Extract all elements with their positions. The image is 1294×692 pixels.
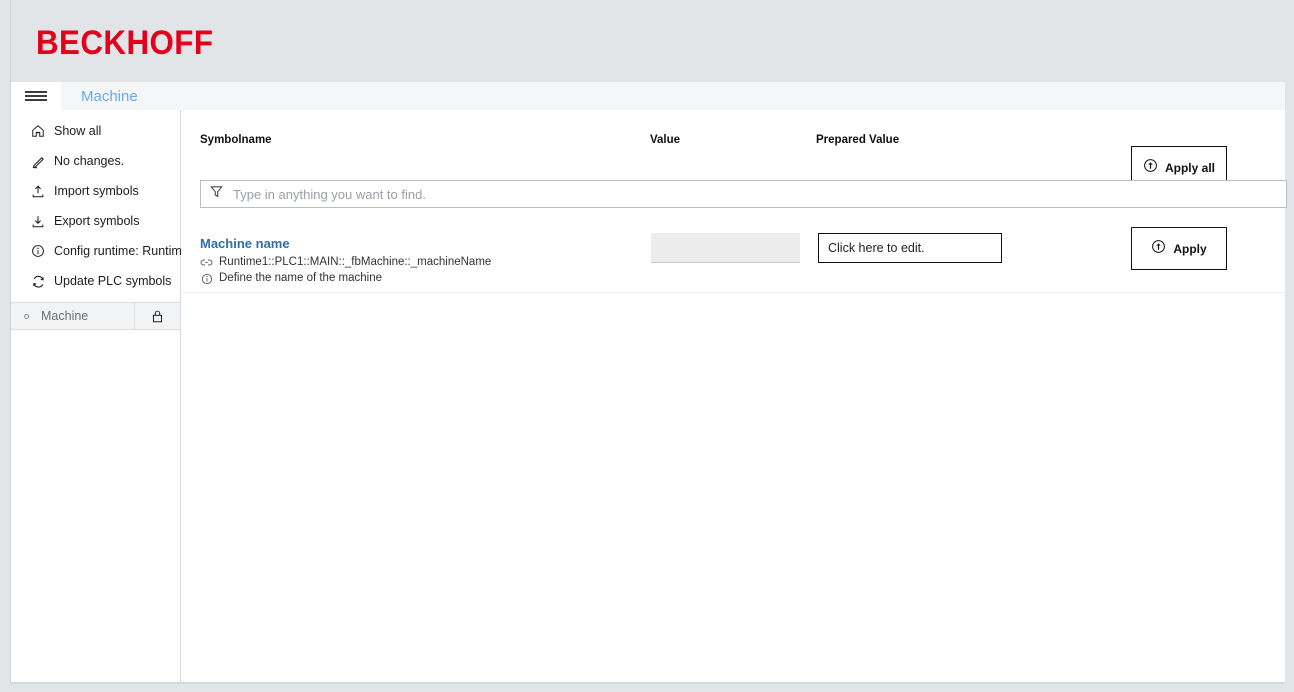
symbol-description-line: Define the name of the machine — [200, 271, 630, 286]
apply-button[interactable]: Apply — [1131, 227, 1227, 270]
prepared-value-input[interactable]: Click here to edit. — [818, 233, 1002, 263]
value-field — [651, 233, 800, 263]
beckhoff-logo: BECKHOFF — [36, 24, 214, 62]
sidebar-item-label: Update PLC symbols — [54, 274, 172, 288]
home-icon — [29, 123, 47, 139]
prepared-value-text: Click here to edit. — [828, 241, 925, 255]
hamburger-menu-icon[interactable] — [11, 82, 61, 110]
sidebar-item-label: Config runtime: Runtime1 — [54, 244, 196, 258]
filter-funnel-icon — [209, 184, 224, 204]
link-icon — [200, 256, 213, 269]
column-header-symbolname: Symbolname — [200, 134, 272, 146]
sidebar-menu: Show all No changes. Import symbols Expo… — [11, 110, 196, 296]
symbol-info-block: Machine name Runtime1::PLC1::MAIN::_fbMa… — [200, 236, 630, 286]
sidebar-item-export-symbols[interactable]: Export symbols — [11, 206, 180, 236]
sidebar-item-label: Export symbols — [54, 214, 140, 228]
circle-arrow-up-icon — [1143, 158, 1158, 178]
apply-label: Apply — [1173, 241, 1207, 256]
brand-header: BECKHOFF — [10, 0, 1294, 82]
upload-icon — [29, 183, 47, 199]
node-bullet-icon — [11, 303, 41, 329]
column-header-value: Value — [650, 134, 681, 146]
sidebar-item-show-all[interactable]: Show all — [11, 116, 180, 146]
top-navigation-bar: Machine — [11, 82, 1285, 110]
symbol-path-text: Runtime1::PLC1::MAIN::_fbMachine::_machi… — [219, 256, 492, 268]
table-row: Machine name Runtime1::PLC1::MAIN::_fbMa… — [182, 220, 1285, 293]
table-header: Symbolname Value Prepared Value — [182, 110, 1285, 167]
sidebar-item-label: No changes. — [54, 154, 125, 168]
sidebar-node-machine[interactable]: Machine — [11, 303, 180, 330]
lock-icon[interactable] — [135, 303, 180, 329]
application-frame: Machine Show all No changes. Import symb… — [10, 82, 1287, 682]
refresh-icon — [29, 273, 47, 289]
sidebar-item-no-changes[interactable]: No changes. — [11, 146, 180, 176]
filter-placeholder-text: Type in anything you want to find. — [233, 186, 426, 202]
sidebar-item-config-runtime[interactable]: Config runtime: Runtime1 — [11, 236, 196, 266]
app-root: BECKHOFF Machine Show all No changes. Im… — [0, 0, 1294, 692]
symbol-title: Machine name — [200, 236, 290, 251]
download-icon — [29, 213, 47, 229]
sidebar-item-import-symbols[interactable]: Import symbols — [11, 176, 180, 206]
frame-bottom-edge — [10, 682, 1284, 684]
main-content: Symbolname Value Prepared Value Apply al… — [182, 110, 1287, 682]
info-circle-icon — [200, 272, 213, 285]
tab-machine-label: Machine — [81, 87, 138, 105]
info-circle-icon — [29, 243, 47, 259]
symbol-description-text: Define the name of the machine — [219, 272, 383, 284]
apply-all-label: Apply all — [1164, 160, 1215, 175]
symbol-path-line: Runtime1::PLC1::MAIN::_fbMachine::_machi… — [200, 255, 630, 270]
pencil-icon — [29, 153, 47, 169]
filter-search-input[interactable]: Type in anything you want to find. — [200, 180, 1287, 208]
sidebar: Show all No changes. Import symbols Expo… — [11, 110, 196, 682]
sidebar-item-label: Show all — [54, 124, 102, 138]
circle-arrow-up-icon — [1151, 239, 1166, 259]
sidebar-item-label: Import symbols — [54, 184, 139, 198]
sidebar-node-label: Machine — [41, 303, 135, 329]
sidebar-item-update-plc-symbols[interactable]: Update PLC symbols — [11, 266, 180, 296]
tab-machine[interactable]: Machine — [71, 82, 148, 110]
column-header-prepared-value: Prepared Value — [816, 134, 900, 146]
